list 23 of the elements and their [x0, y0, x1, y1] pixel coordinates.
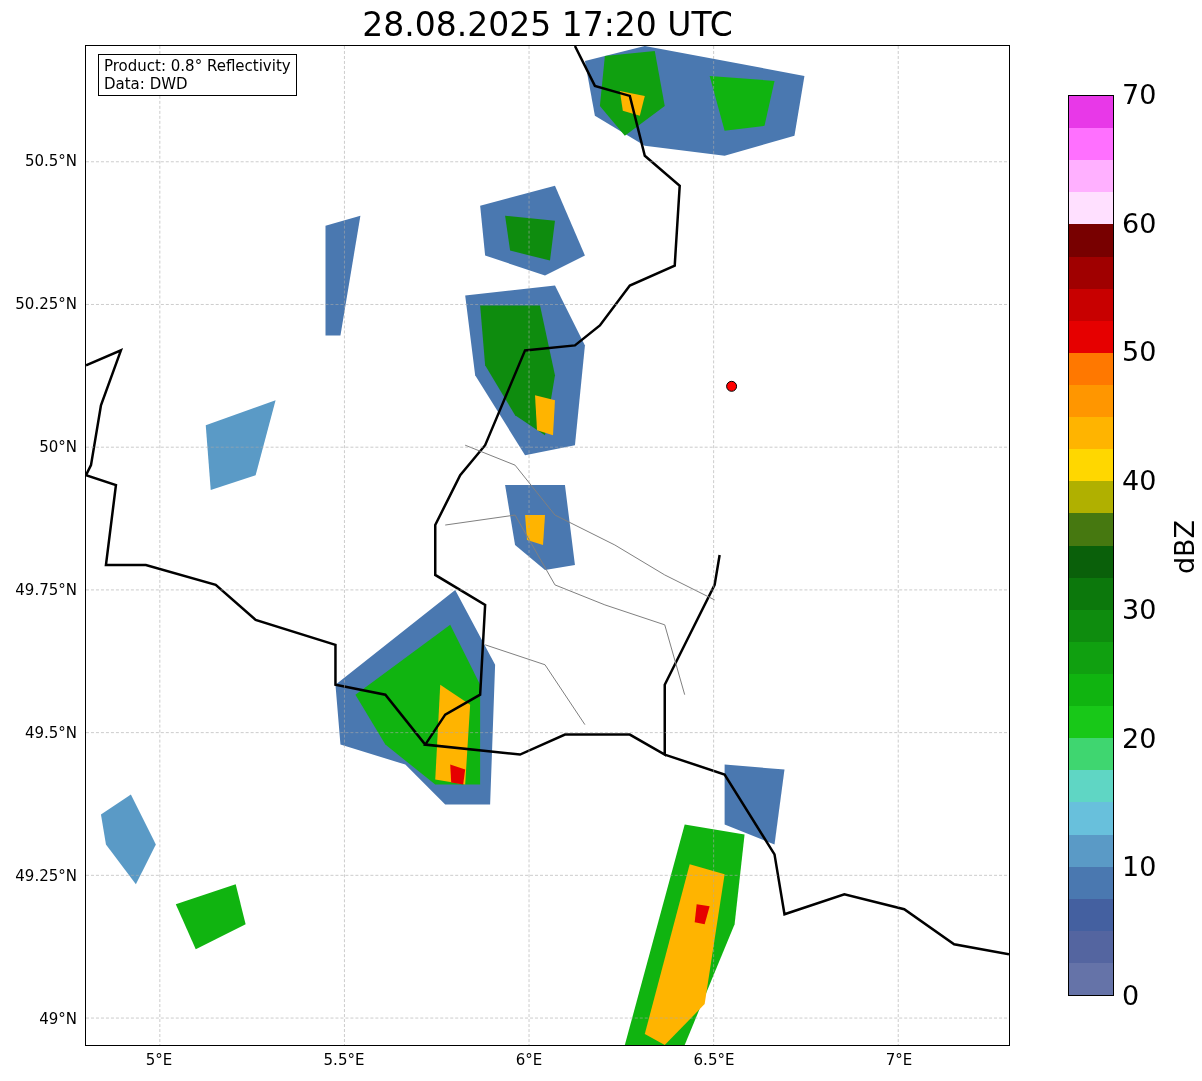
- colorbar-tick-label: 40: [1122, 466, 1157, 497]
- longitude-label: 5.5°E: [322, 1051, 366, 1069]
- chart-title: 28.08.2025 17:20 UTC: [361, 4, 734, 46]
- colorbar-tick-label: 70: [1122, 80, 1157, 110]
- colorbar-tick-label: 30: [1122, 594, 1157, 625]
- latitude-label: 50.25°N: [15, 295, 77, 313]
- latitude-label: 50.5°N: [24, 152, 77, 170]
- latitude-label: 49.5°N: [24, 724, 77, 742]
- colorbar-tick-label: 50: [1122, 337, 1157, 368]
- latitude-label: 49.75°N: [15, 581, 77, 599]
- latitude-label: 49°N: [39, 1010, 77, 1028]
- longitude-label: 7°E: [884, 1051, 914, 1069]
- colorbar-label: dBZ: [1170, 519, 1201, 575]
- colorbar-tick-label: 0: [1122, 981, 1140, 1011]
- latitude-label: 50°N: [39, 438, 77, 456]
- info-box: Product: 0.8° Reflectivity Data: DWD: [98, 54, 297, 96]
- colorbar-tick-label: 20: [1122, 723, 1157, 754]
- longitude-label: 6.5°E: [692, 1051, 736, 1069]
- latitude-label: 49.25°N: [15, 867, 77, 885]
- colorbar-tick-label: 10: [1122, 852, 1157, 883]
- longitude-label: 5°E: [144, 1051, 174, 1069]
- colorbar-tick-label: 60: [1122, 208, 1157, 239]
- longitude-label: 6°E: [514, 1051, 544, 1069]
